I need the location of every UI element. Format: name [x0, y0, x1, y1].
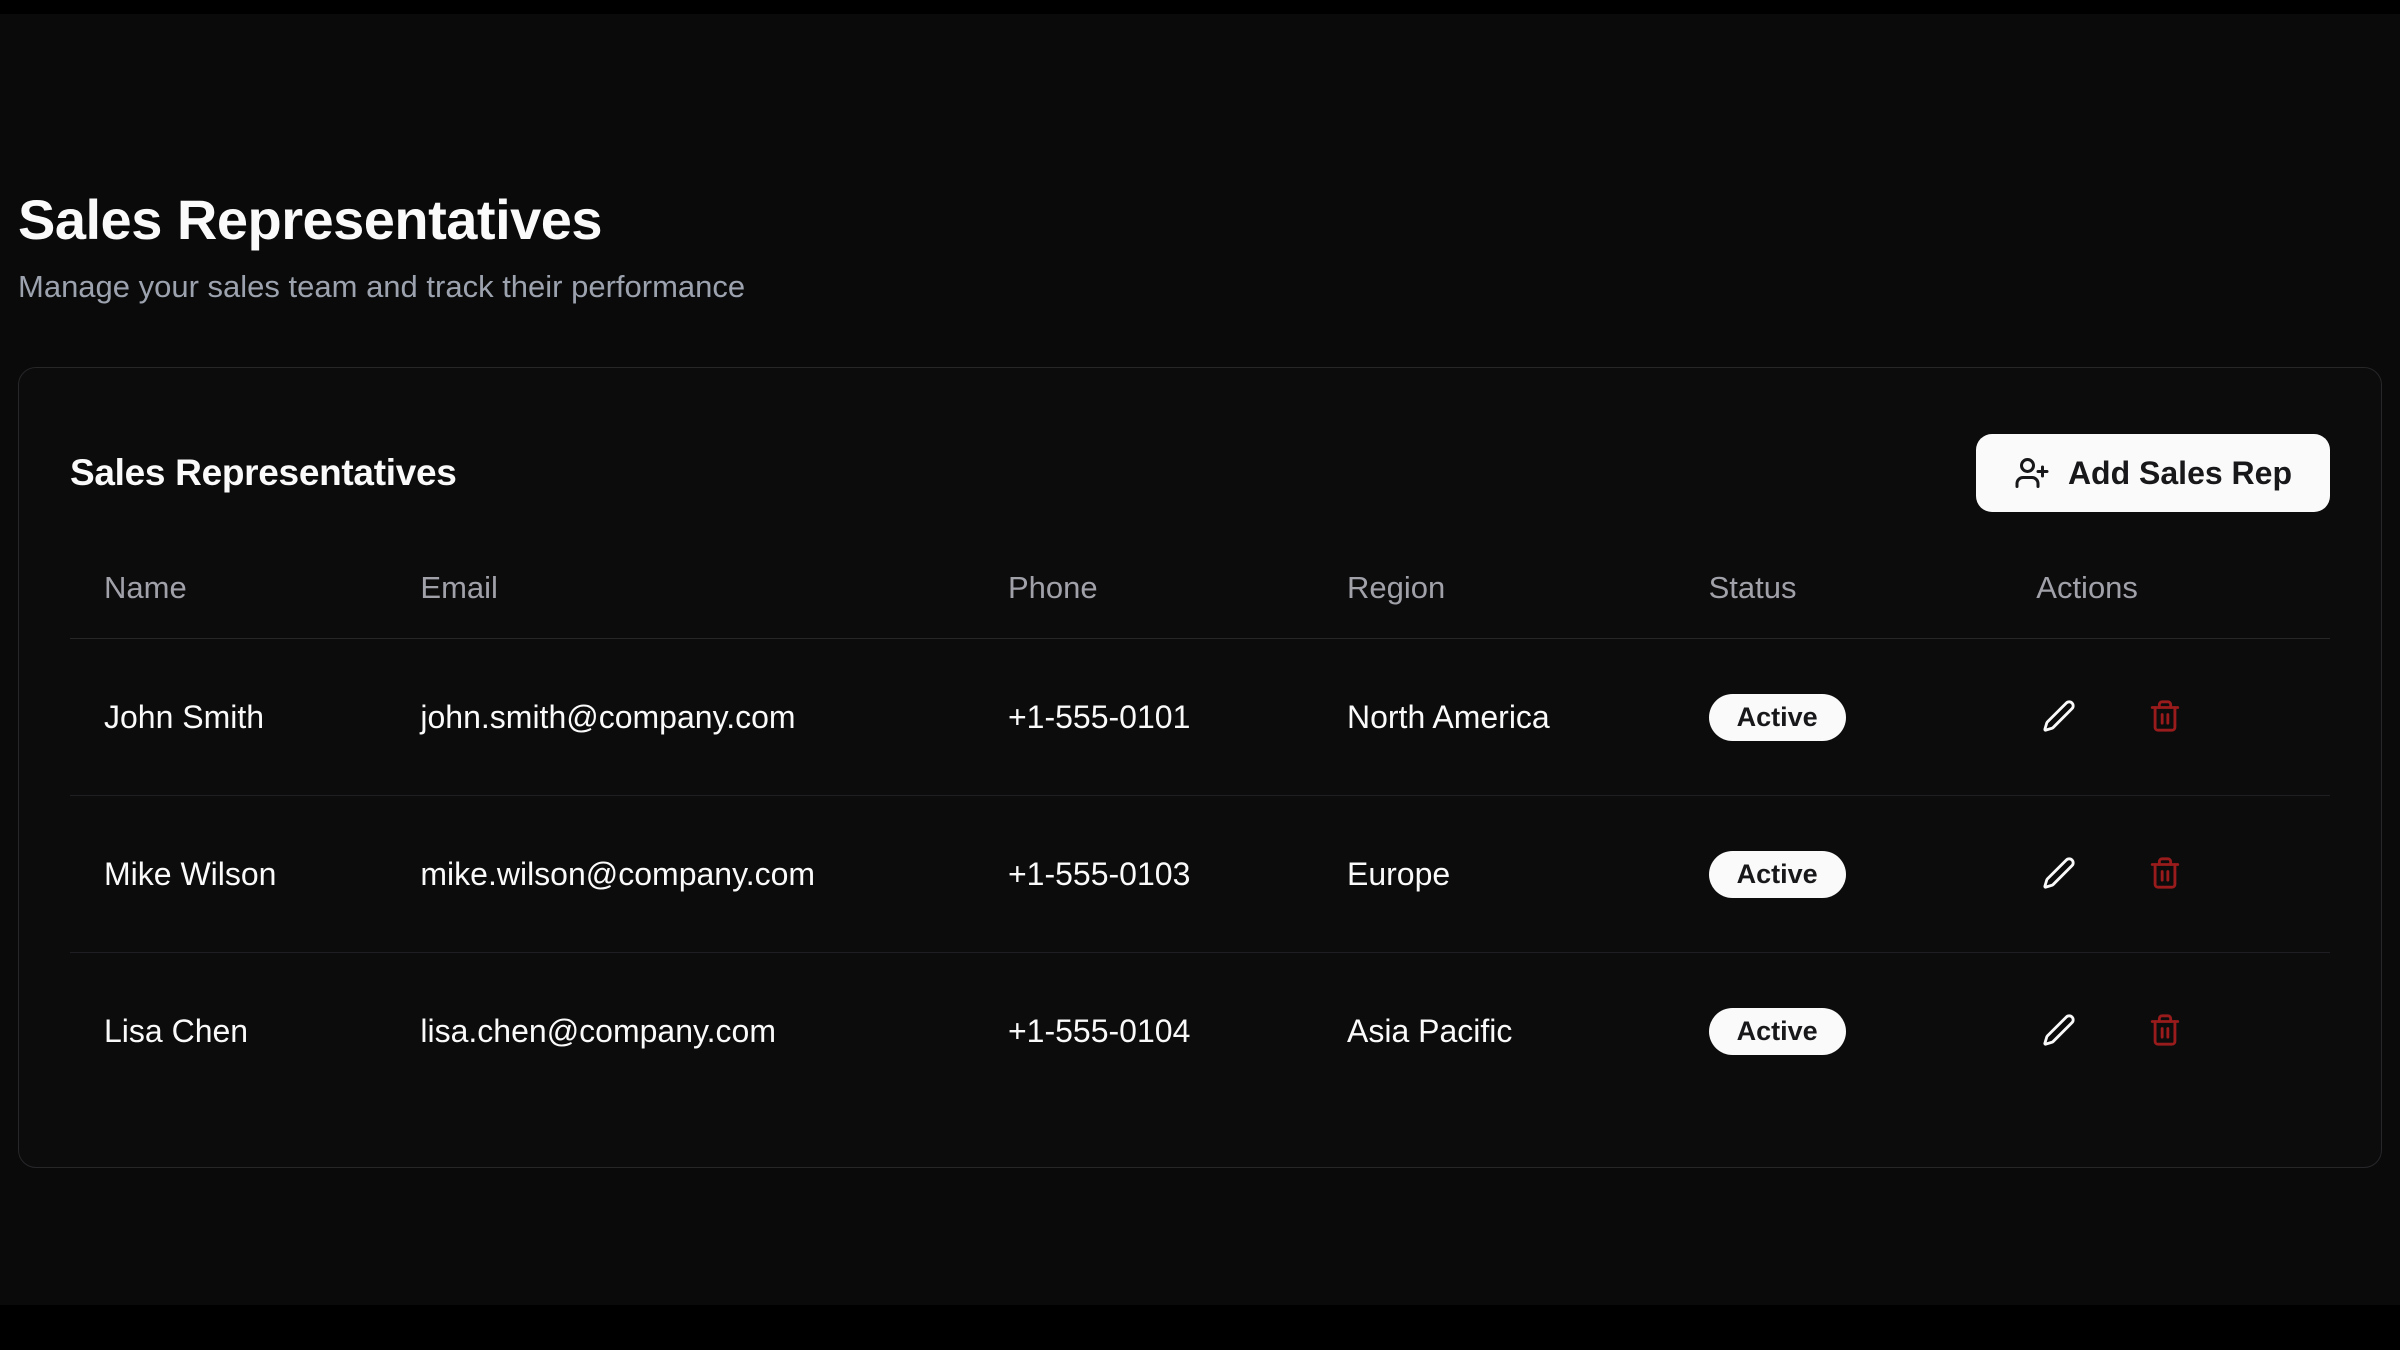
cell-status: Active	[1675, 953, 2003, 1110]
cell-phone: +1-555-0101	[974, 639, 1313, 796]
status-badge: Active	[1709, 851, 1846, 898]
page-background: Sales Representatives Manage your sales …	[0, 14, 2400, 1305]
cell-name: John Smith	[70, 639, 386, 796]
status-badge: Active	[1709, 1008, 1846, 1055]
table-body: John Smith john.smith@company.com +1-555…	[70, 639, 2330, 1110]
card-title: Sales Representatives	[70, 452, 457, 494]
user-plus-icon	[2014, 455, 2050, 491]
add-sales-rep-button[interactable]: Add Sales Rep	[1976, 434, 2330, 512]
status-badge: Active	[1709, 694, 1846, 741]
cell-actions	[2002, 639, 2330, 796]
table-row: Mike Wilson mike.wilson@company.com +1-5…	[70, 796, 2330, 953]
cell-status: Active	[1675, 639, 2003, 796]
trash-icon	[2148, 1013, 2182, 1047]
sales-reps-table: Name Email Phone Region Status Actions J…	[70, 570, 2330, 1109]
sales-reps-card: Sales Representatives Add Sales Rep	[18, 367, 2382, 1168]
page-title: Sales Representatives	[18, 186, 2382, 253]
edit-button[interactable]	[2036, 693, 2082, 739]
cell-phone: +1-555-0103	[974, 796, 1313, 953]
cell-name: Mike Wilson	[70, 796, 386, 953]
delete-button[interactable]	[2142, 1007, 2188, 1053]
column-header-email: Email	[386, 570, 974, 639]
table-header: Name Email Phone Region Status Actions	[70, 570, 2330, 639]
edit-button[interactable]	[2036, 850, 2082, 896]
add-sales-rep-label: Add Sales Rep	[2068, 455, 2292, 492]
pencil-icon	[2042, 699, 2076, 733]
trash-icon	[2148, 699, 2182, 733]
cell-name: Lisa Chen	[70, 953, 386, 1110]
pencil-icon	[2042, 856, 2076, 890]
cell-phone: +1-555-0104	[974, 953, 1313, 1110]
top-black-bar	[0, 0, 2400, 14]
card-header: Sales Representatives Add Sales Rep	[70, 434, 2330, 512]
screen: Sales Representatives Manage your sales …	[0, 0, 2400, 1350]
edit-button[interactable]	[2036, 1007, 2082, 1053]
cell-region: North America	[1313, 639, 1675, 796]
column-header-actions: Actions	[2002, 570, 2330, 639]
bottom-black-bar	[0, 1305, 2400, 1350]
cell-region: Asia Pacific	[1313, 953, 1675, 1110]
cell-actions	[2002, 953, 2330, 1110]
column-header-name: Name	[70, 570, 386, 639]
cell-email: john.smith@company.com	[386, 639, 974, 796]
page-subtitle: Manage your sales team and track their p…	[18, 269, 2382, 305]
column-header-status: Status	[1675, 570, 2003, 639]
cell-email: lisa.chen@company.com	[386, 953, 974, 1110]
cell-actions	[2002, 796, 2330, 953]
table-row: Lisa Chen lisa.chen@company.com +1-555-0…	[70, 953, 2330, 1110]
cell-email: mike.wilson@company.com	[386, 796, 974, 953]
column-header-phone: Phone	[974, 570, 1313, 639]
trash-icon	[2148, 856, 2182, 890]
cell-status: Active	[1675, 796, 2003, 953]
delete-button[interactable]	[2142, 693, 2188, 739]
delete-button[interactable]	[2142, 850, 2188, 896]
pencil-icon	[2042, 1013, 2076, 1047]
column-header-region: Region	[1313, 570, 1675, 639]
table-row: John Smith john.smith@company.com +1-555…	[70, 639, 2330, 796]
cell-region: Europe	[1313, 796, 1675, 953]
